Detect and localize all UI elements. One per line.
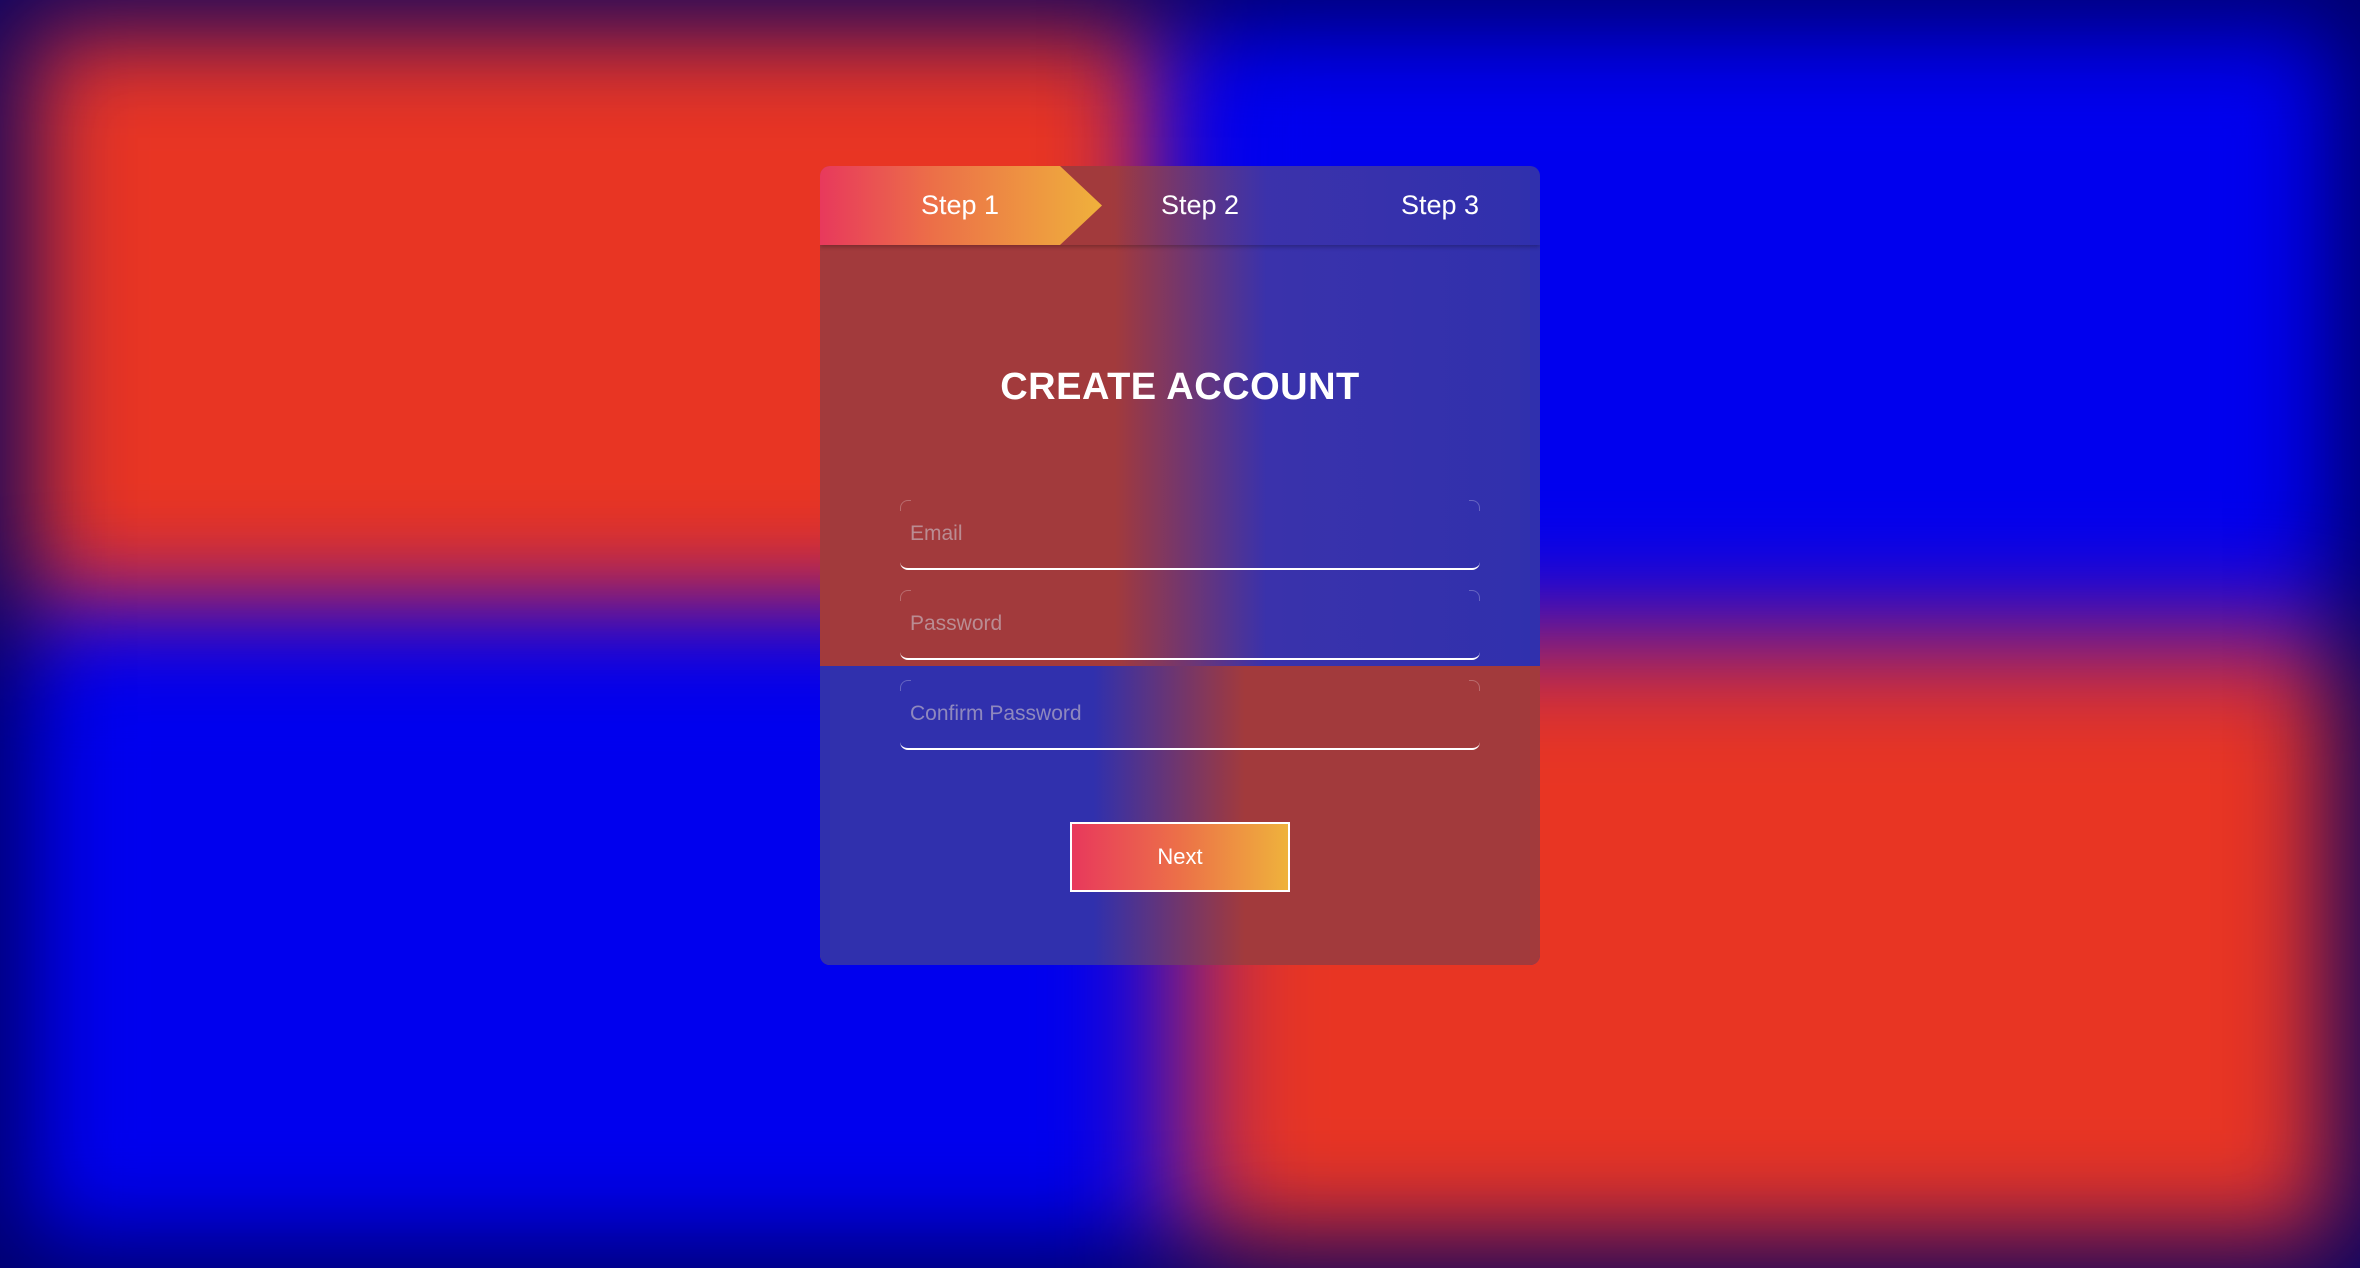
confirm-password-input[interactable] (900, 680, 1480, 748)
form-title: CREATE ACCOUNT (1000, 366, 1360, 408)
step-2-tab[interactable]: Step 2 (1120, 166, 1280, 245)
next-button[interactable]: Next (1070, 822, 1290, 892)
page-background: Step 1 Step 2 Step 3 CREATE ACCOUNT Next (0, 0, 2360, 1268)
step-3-tab[interactable]: Step 3 (1360, 166, 1520, 245)
confirm-password-field (900, 680, 1480, 750)
step-1-tab[interactable]: Step 1 (880, 166, 1040, 245)
password-input[interactable] (900, 590, 1480, 658)
email-field (900, 500, 1480, 570)
form-header: CREATE ACCOUNT (820, 362, 1540, 412)
signup-card: Step 1 Step 2 Step 3 CREATE ACCOUNT Next (820, 166, 1540, 965)
email-input[interactable] (900, 500, 1480, 568)
step-progress-bar: Step 1 Step 2 Step 3 (820, 166, 1540, 245)
password-field (900, 590, 1480, 660)
